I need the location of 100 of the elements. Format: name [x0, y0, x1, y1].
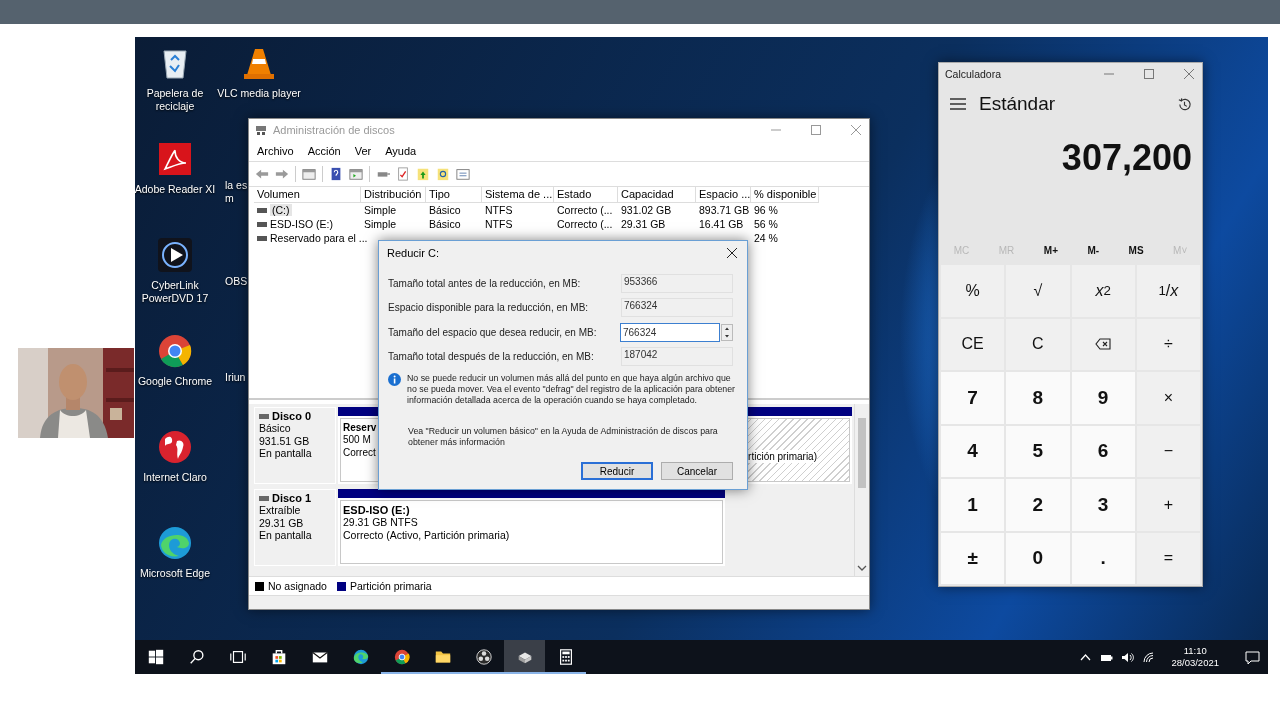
partition-block[interactable]: ESD-ISO (E:) 29.31 GB NTFS Correcto (Activo, Partición primaria) — [340, 500, 723, 564]
memory-button[interactable]: M+ — [1037, 242, 1064, 258]
spinner-icon[interactable] — [721, 323, 733, 341]
calculator-key[interactable]: 2 — [1006, 479, 1070, 531]
forward-arrow-icon[interactable] — [275, 167, 289, 181]
menu-item[interactable]: Ver — [354, 145, 372, 157]
column-header[interactable]: Sistema de ... — [482, 187, 554, 203]
backspace-key[interactable] — [1071, 318, 1135, 370]
history-icon[interactable] — [1177, 96, 1192, 112]
menu-item[interactable]: Archivo — [257, 145, 294, 157]
disk-type: Básico — [259, 422, 292, 435]
scroll-down-icon[interactable] — [857, 564, 867, 572]
panel-icon[interactable] — [349, 167, 363, 181]
column-header[interactable]: Capacidad — [618, 187, 696, 203]
column-header[interactable]: Volumen — [254, 187, 361, 203]
legend-label: No asignado — [268, 580, 327, 592]
table-cell: 893.71 GB — [699, 204, 750, 216]
memory-button[interactable]: M- — [1081, 242, 1106, 258]
calculator-key[interactable]: 5 — [1006, 425, 1070, 477]
maximize-icon[interactable] — [1142, 67, 1156, 81]
speaker-icon[interactable] — [1121, 650, 1135, 664]
menu-item[interactable]: Acción — [307, 145, 341, 157]
partition-name: ESD-ISO (E:) — [343, 504, 411, 516]
input-field[interactable]: 766324 — [620, 322, 720, 342]
icon-label[interactable]: Iriun — [225, 371, 246, 384]
icon-label[interactable]: reciclaje — [155, 100, 195, 113]
table-cell: NTFS — [485, 204, 513, 216]
folder-search-icon[interactable] — [436, 167, 450, 181]
column-header[interactable]: Estado — [554, 187, 618, 203]
list-icon[interactable] — [456, 167, 470, 181]
dialog-button[interactable]: Reducir — [581, 462, 653, 480]
checklist-icon[interactable] — [396, 167, 410, 181]
disk-size: 29.31 GB — [259, 516, 305, 529]
icon-label[interactable]: la es — [225, 179, 248, 192]
calculator-key[interactable]: % — [941, 265, 1005, 317]
window-title: Calculadora — [945, 68, 1003, 80]
column-header[interactable]: % disponible — [751, 187, 819, 203]
back-arrow-icon[interactable] — [255, 167, 269, 181]
disk-type: Extraíble — [259, 504, 302, 517]
input-field[interactable]: 953366 — [621, 273, 733, 293]
calculator-key[interactable]: + — [1136, 479, 1200, 531]
input-field[interactable]: 766324 — [621, 298, 733, 318]
icon-label[interactable]: VLC media player — [217, 87, 301, 100]
table-cell: Correcto (... — [557, 204, 613, 216]
table-cell: 96 % — [754, 204, 778, 216]
input-field[interactable]: 187042 — [621, 347, 733, 367]
wifi-icon[interactable] — [1142, 650, 1156, 664]
calculator-key[interactable]: = — [1136, 532, 1200, 584]
backspace-icon — [1095, 338, 1112, 351]
taskbar-button[interactable] — [504, 640, 545, 674]
clock-date[interactable]: 28/03/2021 — [1171, 657, 1219, 669]
calculator-key[interactable]: √ — [1006, 265, 1070, 317]
dialog-button[interactable]: Cancelar — [661, 462, 733, 480]
drive-icon — [259, 413, 269, 419]
icon-label[interactable]: m — [225, 192, 234, 205]
table-cell: 931.02 GB — [621, 204, 672, 216]
calculator-key[interactable]: 0 — [1006, 532, 1070, 584]
table-cell[interactable]: ESD-ISO (E:) — [270, 218, 333, 230]
scroll-thumb[interactable] — [858, 418, 866, 488]
notification-icon[interactable] — [1245, 649, 1260, 665]
menu-item[interactable]: Ayuda — [385, 145, 417, 157]
mode-title: Estándar — [979, 93, 1057, 115]
icon-label[interactable]: CyberLink — [151, 279, 199, 292]
table-cell[interactable]: (C:) — [270, 204, 292, 216]
calculator-key[interactable]: 3 — [1071, 479, 1135, 531]
icon-label[interactable]: Google Chrome — [137, 375, 213, 388]
calculator-key[interactable]: . — [1071, 532, 1135, 584]
calculator-key[interactable]: ± — [941, 532, 1005, 584]
close-icon[interactable] — [725, 246, 739, 260]
maximize-icon[interactable] — [809, 123, 823, 137]
calculator-key[interactable]: C — [1006, 318, 1070, 370]
icon-label[interactable]: Adobe Reader XI — [135, 183, 216, 196]
calculator-key[interactable]: − — [1136, 425, 1200, 477]
icon-label[interactable]: PowerDVD 17 — [141, 292, 209, 305]
partition-block[interactable]: Reserv 500 M Correct — [340, 418, 380, 482]
icon-label[interactable]: Internet Claro — [143, 471, 207, 484]
calculator-key[interactable]: 8 — [1006, 372, 1070, 424]
calculator-key[interactable]: 9 — [1071, 372, 1135, 424]
panel-icon[interactable] — [302, 167, 316, 181]
scrollbar[interactable] — [854, 404, 869, 576]
help-icon[interactable] — [329, 167, 343, 181]
calculator-key[interactable]: 1 — [941, 479, 1005, 531]
icon-label[interactable]: Papelera de — [146, 87, 204, 100]
partition-name: Reserv — [343, 422, 377, 433]
column-header[interactable]: Espacio ... — [696, 187, 751, 203]
memory-button[interactable]: MS — [1122, 242, 1150, 258]
table-cell[interactable]: Reservado para el ... — [270, 232, 368, 244]
icon-label[interactable]: Microsoft Edge — [140, 567, 210, 580]
calculator-key[interactable]: × — [1136, 372, 1200, 424]
calculator-key[interactable]: 4 — [941, 425, 1005, 477]
calculator-key[interactable]: 7 — [941, 372, 1005, 424]
menu-icon[interactable] — [949, 97, 967, 111]
column-header[interactable]: Tipo — [426, 187, 482, 203]
column-header[interactable]: Distribución — [361, 187, 426, 203]
folder-up-icon[interactable] — [416, 167, 430, 181]
calculator-key[interactable]: CE — [941, 318, 1005, 370]
calculator-key[interactable]: 6 — [1071, 425, 1135, 477]
clock-time[interactable]: 11:10 — [1183, 645, 1207, 657]
icon-label[interactable]: OBS — [225, 275, 248, 288]
calculator-key[interactable]: ÷ — [1136, 318, 1200, 370]
